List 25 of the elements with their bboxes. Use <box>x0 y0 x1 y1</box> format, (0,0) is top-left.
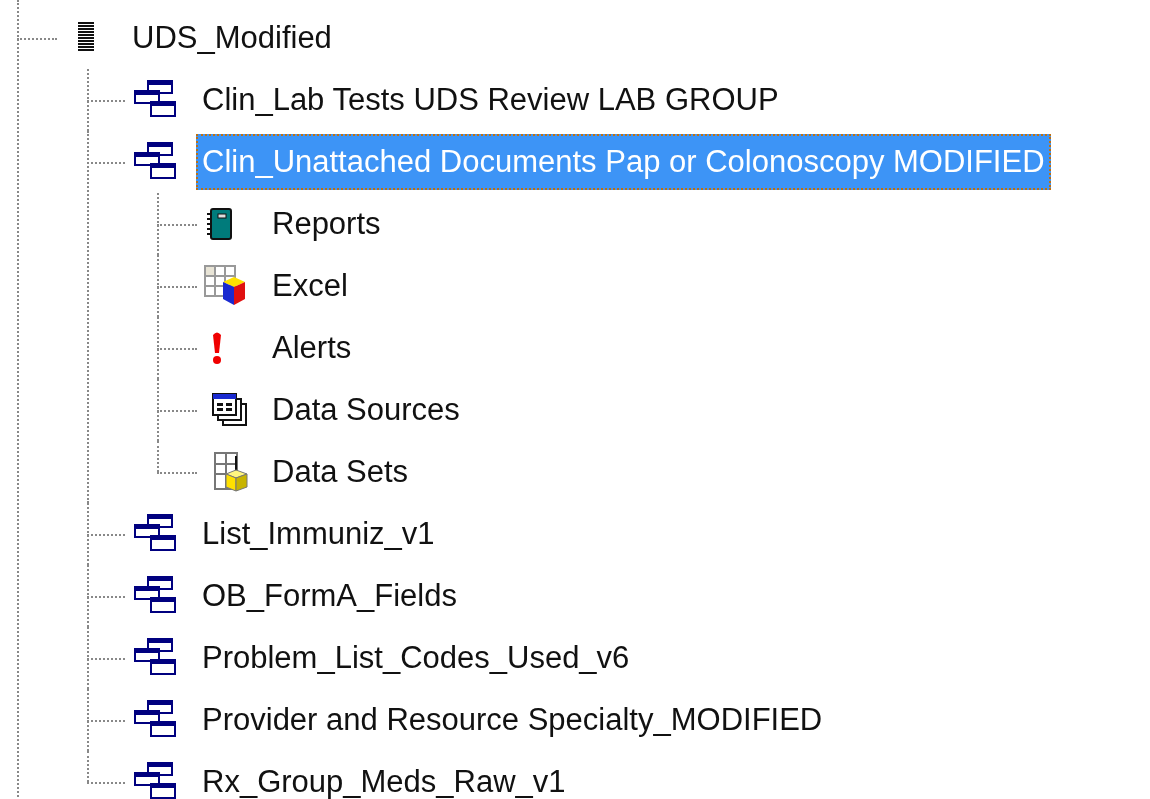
windows-icon <box>134 142 176 182</box>
tree-item[interactable]: Alerts <box>266 320 358 376</box>
notebook-icon <box>206 208 232 240</box>
tree-item[interactable]: Excel <box>266 258 354 314</box>
tree-item[interactable]: Data Sets <box>266 444 415 500</box>
windows-icon <box>134 638 176 678</box>
page-cube-icon <box>214 452 250 492</box>
tree-item[interactable]: List_Immuniz_v1 <box>196 506 441 562</box>
grid-cube-icon <box>204 265 248 307</box>
tree-item[interactable]: Rx_Group_Meds_Raw_v1 <box>196 754 572 799</box>
tree-item[interactable]: Provider and Resource Specialty_MODIFIED <box>196 692 829 748</box>
tree-item[interactable]: Data Sources <box>266 382 466 438</box>
windows-icon <box>134 514 176 554</box>
windows-icon <box>134 700 176 740</box>
tree-item[interactable]: UDS_Modified <box>126 10 338 66</box>
folder-lines-icon <box>78 22 94 54</box>
stacked-windows-icon <box>212 393 248 427</box>
windows-icon <box>134 762 176 799</box>
tree-item[interactable]: Problem_List_Codes_Used_v6 <box>196 630 636 686</box>
windows-icon <box>134 80 176 120</box>
exclamation-icon <box>210 331 224 365</box>
tree-item[interactable]: Reports <box>266 196 387 252</box>
tree-item[interactable]: OB_FormA_Fields <box>196 568 463 624</box>
tree-item[interactable]: Clin_Lab Tests UDS Review LAB GROUP <box>196 72 785 128</box>
windows-icon <box>134 576 176 616</box>
